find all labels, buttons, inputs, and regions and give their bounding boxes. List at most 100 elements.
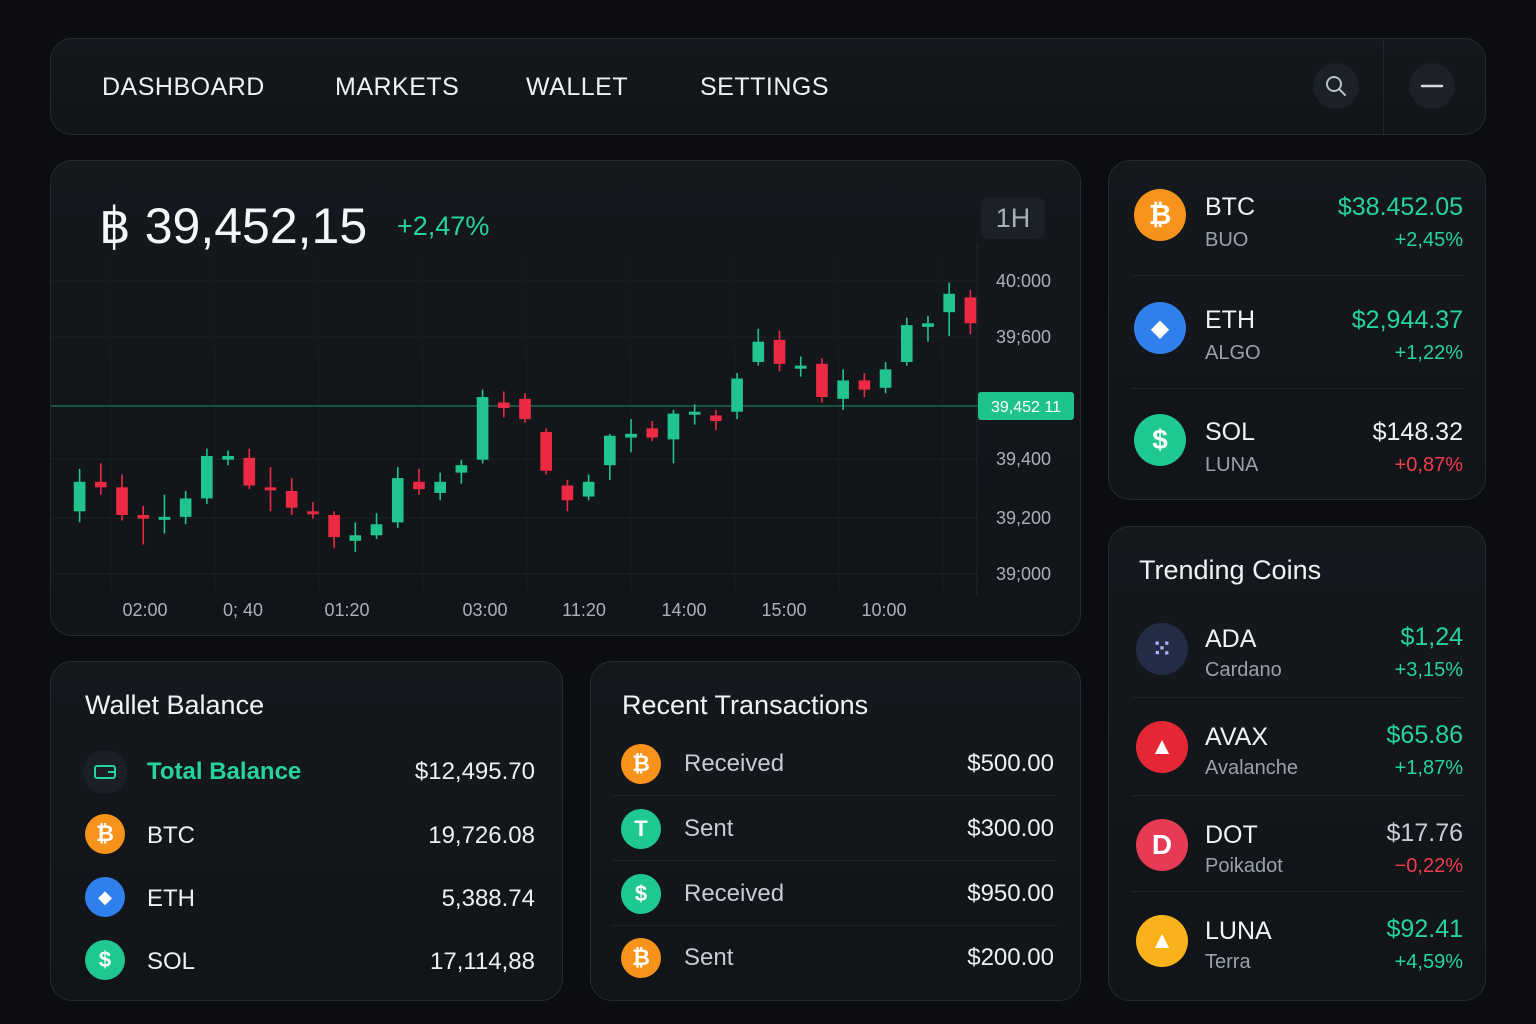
candle-body xyxy=(964,297,977,324)
transaction-row[interactable]: ₿ Sent $200.00 xyxy=(591,926,1080,990)
trending-price: $1,24 xyxy=(1400,623,1463,651)
candle-body xyxy=(540,432,553,471)
trending-row-avax[interactable]: ▲ AVAX Avalanche $65.86 +1,87% xyxy=(1109,701,1485,797)
bitcoin-icon: ₿ xyxy=(85,814,125,854)
candle-body xyxy=(604,435,616,466)
wallet-asset-label: ETH xyxy=(147,885,195,912)
trending-row-luna[interactable]: ▲ LUNA Terra $92.41 +4,59% xyxy=(1109,895,1485,991)
ethereum-icon: ◆ xyxy=(1134,302,1186,354)
ticker-price: $2,944.37 xyxy=(1351,306,1463,334)
divider xyxy=(1131,697,1463,698)
avalanche-icon: ▲ xyxy=(1136,721,1188,773)
candle-body xyxy=(328,515,340,538)
nav-wallet[interactable]: WALLET xyxy=(526,73,628,102)
trending-name: Poikadot xyxy=(1205,855,1283,877)
x-tick-label: 01:20 xyxy=(324,600,369,620)
bitcoin-icon: ₿ xyxy=(1134,189,1186,241)
ticker-price: $38.452.05 xyxy=(1337,193,1463,221)
ticker-change: +0,87% xyxy=(1394,454,1463,476)
ticker-name: ALGO xyxy=(1205,342,1261,364)
candle-body xyxy=(625,433,637,438)
divider xyxy=(1131,795,1463,796)
candle-body xyxy=(794,365,807,369)
ticker-price: $148.32 xyxy=(1372,418,1463,446)
trending-price: $17.76 xyxy=(1386,819,1463,847)
trending-coins-panel: Trending Coins ⁙ ADA Cardano $1,24 +3,15… xyxy=(1108,526,1486,1001)
candle-body xyxy=(710,415,722,421)
candle-body xyxy=(497,402,510,409)
candle-body xyxy=(922,323,934,327)
search-button[interactable] xyxy=(1313,63,1359,109)
current-price: ฿ 39,452,15 xyxy=(99,198,368,254)
transaction-amount: $950.00 xyxy=(967,880,1054,907)
ticker-row-eth[interactable]: ◆ ETH ALGO $2,944.37 +1,22% xyxy=(1109,274,1485,386)
y-tick-label: 39;600 xyxy=(996,327,1051,347)
ticker-row-sol[interactable]: $ SOL LUNA $148.32 +0,87% xyxy=(1109,386,1485,498)
bitcoin-icon: ₿ xyxy=(621,744,661,784)
divider xyxy=(611,860,1058,861)
candle-body xyxy=(201,456,213,499)
trending-price: $92.41 xyxy=(1386,915,1463,943)
trending-change: +3,15% xyxy=(1394,659,1463,681)
x-tick-label: 0; 40 xyxy=(223,600,263,620)
candle-body xyxy=(137,515,150,519)
x-tick-label: 11:20 xyxy=(562,600,606,620)
cardano-icon: ⁙ xyxy=(1136,623,1188,675)
candle-body xyxy=(943,293,956,313)
trending-row-dot[interactable]: D DOT Poikadot $17.76 −0,22% xyxy=(1109,799,1485,895)
wallet-row-btc[interactable]: ₿ BTC 19,726.08 xyxy=(51,808,562,864)
trending-name: Terra xyxy=(1205,951,1251,973)
candle-body xyxy=(582,481,595,497)
y-tick-label: 39,200 xyxy=(996,508,1051,528)
wallet-icon xyxy=(83,750,127,794)
trending-name: Cardano xyxy=(1205,659,1282,681)
transaction-amount: $300.00 xyxy=(967,815,1054,842)
search-icon xyxy=(1326,76,1346,96)
wallet-asset-label: BTC xyxy=(147,822,195,849)
trending-row-ada[interactable]: ⁙ ADA Cardano $1,24 +3,15% xyxy=(1109,603,1485,699)
wallet-asset-value: 17,114,88 xyxy=(430,948,535,975)
candle-body xyxy=(667,413,680,440)
wallet-balance-panel: Wallet Balance Total Balance $12,495.70 … xyxy=(50,661,563,1001)
nav-markets[interactable]: MARKETS xyxy=(335,73,459,102)
candle-body xyxy=(391,478,404,523)
trending-change: +1,87% xyxy=(1394,757,1463,779)
transaction-row[interactable]: ₿ Received $500.00 xyxy=(591,732,1080,796)
candle-body xyxy=(222,456,234,460)
dollar-icon: $ xyxy=(85,940,125,980)
candle-body xyxy=(688,411,701,415)
transaction-amount: $200.00 xyxy=(967,944,1054,971)
wallet-asset-value: 5,388.74 xyxy=(441,885,535,912)
y-tick-label: 40:000 xyxy=(996,271,1051,291)
candle-body xyxy=(519,398,531,420)
candle-body xyxy=(158,516,171,520)
candle-body xyxy=(370,524,383,536)
polkadot-icon: D xyxy=(1136,819,1188,871)
top-nav: DASHBOARD MARKETS WALLET SETTINGS xyxy=(50,38,1486,135)
nav-dashboard[interactable]: DASHBOARD xyxy=(102,73,265,102)
timeframe-button[interactable]: 1H xyxy=(981,197,1045,239)
nav-settings[interactable]: SETTINGS xyxy=(700,73,829,102)
coin-icon: $ xyxy=(621,874,661,914)
candle-body xyxy=(816,363,828,397)
nav-divider xyxy=(1383,39,1384,134)
wallet-row-eth[interactable]: ◆ ETH 5,388.74 xyxy=(51,871,562,927)
bitcoin-icon: ₿ xyxy=(621,938,661,978)
transaction-row[interactable]: $ Received $950.00 xyxy=(591,862,1080,926)
transaction-row[interactable]: T Sent $300.00 xyxy=(591,797,1080,861)
transaction-type: Received xyxy=(684,880,785,907)
candle-body xyxy=(476,397,489,460)
trending-symbol: ADA xyxy=(1205,625,1257,653)
y-tick-label: 39;000 xyxy=(996,564,1051,584)
trending-symbol: LUNA xyxy=(1205,917,1272,945)
x-tick-label: 14:00 xyxy=(661,600,706,620)
wallet-row-sol[interactable]: $ SOL 17,114,88 xyxy=(51,934,562,990)
ticker-row-btc[interactable]: ₿ BTC BUO $38.452.05 +2,45% xyxy=(1109,161,1485,273)
candle-body xyxy=(179,498,192,517)
trending-name: Avalanche xyxy=(1205,757,1299,779)
total-balance-value: $12,495.70 xyxy=(414,758,535,785)
candle-body xyxy=(900,325,913,362)
menu-button[interactable] xyxy=(1409,63,1455,109)
trending-change: +4,59% xyxy=(1394,951,1463,973)
wallet-total-row[interactable]: Total Balance $12,495.70 xyxy=(51,744,562,800)
